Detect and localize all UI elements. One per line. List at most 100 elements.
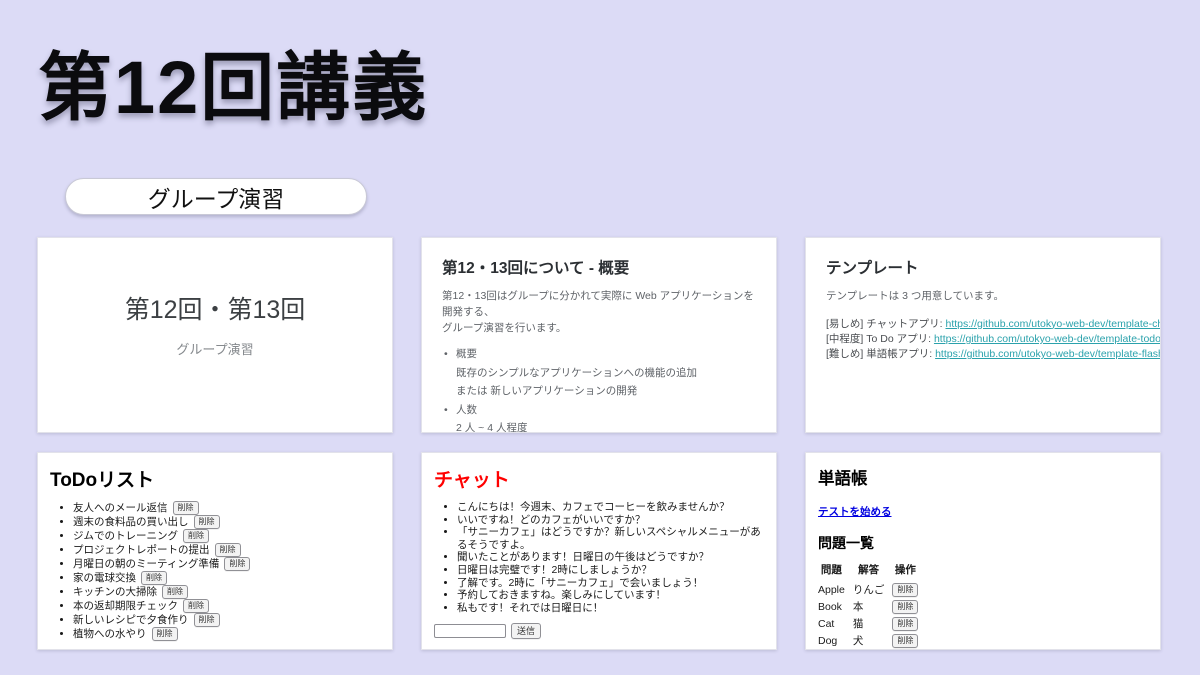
todo-item: キッチンの大掃除削除 <box>73 585 380 599</box>
chat-message: 私もです！それでは日曜日に！ <box>457 602 764 615</box>
overview-line-text: 人数 <box>456 401 477 420</box>
todo-item: プロジェクトレポートの提出削除 <box>73 543 380 557</box>
overview-line: 2 人 ~ 4 人程度 <box>442 419 756 433</box>
chat-title: チャット <box>434 465 764 492</box>
todo-item-text: 友人へのメール返信 <box>73 502 168 514</box>
overview-line-text: 2 人 ~ 4 人程度 <box>456 419 527 433</box>
todo-item-text: 週末の食料品の買い出し <box>73 516 189 528</box>
chat-message: 日曜日は完璧です！2時にしましょうか？ <box>457 564 764 577</box>
chat-message-text: 「サニーカフェ」はどうですか？新しいスペシャルメニューがあるそうですよ。 <box>457 526 761 551</box>
overview-title: 第12・13回について - 概要 <box>442 256 756 278</box>
header-answer: 解答 <box>853 562 893 581</box>
chat-message: 聞いたことがあります！日曜日の午後はどうですか？ <box>457 551 764 564</box>
delete-button[interactable]: 削除 <box>224 557 250 571</box>
question-table: 問題 解答 操作 Apple りんご 削除 Book 本 <box>818 562 926 649</box>
question-row: Dog 犬 削除 <box>818 632 926 649</box>
template-link[interactable]: https://github.com/utokyo-web-dev/templa… <box>945 318 1161 330</box>
delete-button[interactable]: 削除 <box>215 543 241 557</box>
todo-item-text: 新しいレシピで夕食作り <box>73 614 189 626</box>
question-row: Book 本 削除 <box>818 598 926 615</box>
delete-button[interactable]: 削除 <box>162 585 188 599</box>
question-row: Apple りんご 削除 <box>818 581 926 598</box>
overview-line: 既存のシンプルなアプリケーションへの機能の追加 <box>442 364 756 383</box>
answer-cell: 猫 <box>853 615 893 632</box>
chat-message: 了解です。2時に「サニーカフェ」で会いましょう！ <box>457 577 764 590</box>
todo-item-text: 植物への水やり <box>73 628 147 640</box>
header-action: 操作 <box>892 562 926 581</box>
templates-intro: テンプレートは 3 つ用意しています。 <box>826 289 1140 305</box>
todo-item-text: プロジェクトレポートの提出 <box>73 544 210 556</box>
todo-item: 本の返却期限チェック削除 <box>73 599 380 613</box>
template-link-prefix: [中程度] To Do アプリ: <box>826 333 934 345</box>
chat-message-text: 聞いたことがあります！日曜日の午後はどうですか？ <box>457 551 709 563</box>
answer-cell: 犬 <box>853 632 893 649</box>
chat-message-text: 私もです！それでは日曜日に！ <box>457 602 603 614</box>
todo-item-text: キッチンの大掃除 <box>73 586 157 598</box>
slide-subtitle: グループ演習 <box>176 339 253 358</box>
bullet-marker <box>442 364 456 383</box>
slide-title: 第12回・第13回 <box>125 290 306 326</box>
template-link-prefix: [易しめ] チャットアプリ: <box>826 318 945 330</box>
chat-message-list: こんにちは！今週末、カフェでコーヒーを飲みませんか？ いいですね！どのカフェがい… <box>434 501 764 614</box>
todo-item-text: 家の電球交換 <box>73 572 136 584</box>
chat-message-text: こんにちは！今週末、カフェでコーヒーを飲みませんか？ <box>457 501 730 513</box>
page-title: 第12回講義 <box>38 28 428 135</box>
todo-item-text: ジムでのトレーニング <box>73 530 178 542</box>
delete-button[interactable]: 削除 <box>194 613 220 627</box>
delete-button[interactable]: 削除 <box>194 515 220 529</box>
flashcard-title: 単語帳 <box>818 465 1148 489</box>
chat-message: こんにちは！今週末、カフェでコーヒーを飲みませんか？ <box>457 501 764 514</box>
overview-line-text: または 新しいアプリケーションの開発 <box>456 382 637 401</box>
overview-line: または 新しいアプリケーションの開発 <box>442 382 756 401</box>
question-cell: Cat <box>818 615 853 632</box>
chat-message-text: 予約しておきますね。楽しみにしています！ <box>457 589 666 601</box>
template-link[interactable]: https://github.com/utokyo-web-dev/templa… <box>934 333 1161 345</box>
todo-title: ToDoリスト <box>50 465 380 492</box>
delete-button[interactable]: 削除 <box>892 617 918 631</box>
todo-item: ジムでのトレーニング削除 <box>73 529 380 543</box>
overview-line: • 概要 <box>442 345 756 364</box>
question-row: Cat 猫 削除 <box>818 615 926 632</box>
start-test-link[interactable]: テストを始める <box>818 506 892 518</box>
todo-item: 月曜日の朝のミーティング準備削除 <box>73 557 380 571</box>
card-title-slide: 第12回・第13回 グループ演習 <box>37 237 393 433</box>
answer-cell: りんご <box>853 581 893 598</box>
template-link-prefix: [難しめ] 単語帳アプリ: <box>826 348 935 360</box>
template-link-line: [中程度] To Do アプリ: https://github.com/utok… <box>826 332 1140 347</box>
delete-button[interactable]: 削除 <box>892 600 918 614</box>
chat-message-text: いいですね！どのカフェがいいですか？ <box>457 514 645 526</box>
delete-button[interactable]: 削除 <box>173 501 199 515</box>
overview-line: • 人数 <box>442 401 756 420</box>
card-chat-app: チャット こんにちは！今週末、カフェでコーヒーを飲みませんか？ いいですね！どの… <box>421 452 777 650</box>
delete-button[interactable]: 削除 <box>183 529 209 543</box>
overview-bullet-list: • 概要 既存のシンプルなアプリケーションへの機能の追加 または 新しいアプリケ… <box>442 345 756 433</box>
templates-title: テンプレート <box>826 256 1140 278</box>
header-question: 問題 <box>818 562 853 581</box>
bullet-marker: • <box>442 401 456 420</box>
delete-button[interactable]: 削除 <box>141 571 167 585</box>
template-link-line: [易しめ] チャットアプリ: https://github.com/utokyo… <box>826 317 1140 332</box>
bullet-marker <box>442 419 456 433</box>
delete-button[interactable]: 削除 <box>892 583 918 597</box>
template-link[interactable]: https://github.com/utokyo-web-dev/templa… <box>935 348 1161 360</box>
delete-button[interactable]: 削除 <box>183 599 209 613</box>
chat-message: 予約しておきますね。楽しみにしています！ <box>457 589 764 602</box>
chat-message-text: 日曜日は完璧です！2時にしましょうか？ <box>457 564 652 576</box>
todo-item: 週末の食料品の買い出し削除 <box>73 515 380 529</box>
delete-button[interactable]: 削除 <box>892 634 918 648</box>
todo-item: 植物への水やり削除 <box>73 627 380 641</box>
overview-line-text: 概要 <box>456 345 477 364</box>
delete-button[interactable]: 削除 <box>152 627 178 641</box>
send-button[interactable]: 送信 <box>511 623 541 639</box>
overview-intro: 第12・13回はグループに分かれて実際に Web アプリケーションを開発する、 … <box>442 289 756 336</box>
todo-item-text: 月曜日の朝のミーティング準備 <box>73 558 219 570</box>
question-table-body: Apple りんご 削除 Book 本 削除 Cat 猫 削除 <box>818 581 926 649</box>
chat-message: 「サニーカフェ」はどうですか？新しいスペシャルメニューがあるそうですよ。 <box>457 526 764 551</box>
chat-input[interactable] <box>434 624 506 638</box>
chat-message: いいですね！どのカフェがいいですか？ <box>457 514 764 527</box>
card-flashcard-app: 単語帳 テストを始める 問題一覧 問題 解答 操作 Apple りんご 削除 <box>805 452 1161 650</box>
todo-item: 新しいレシピで夕食作り削除 <box>73 613 380 627</box>
template-link-list: [易しめ] チャットアプリ: https://github.com/utokyo… <box>826 317 1140 363</box>
answer-cell: 本 <box>853 598 893 615</box>
bullet-marker <box>442 382 456 401</box>
